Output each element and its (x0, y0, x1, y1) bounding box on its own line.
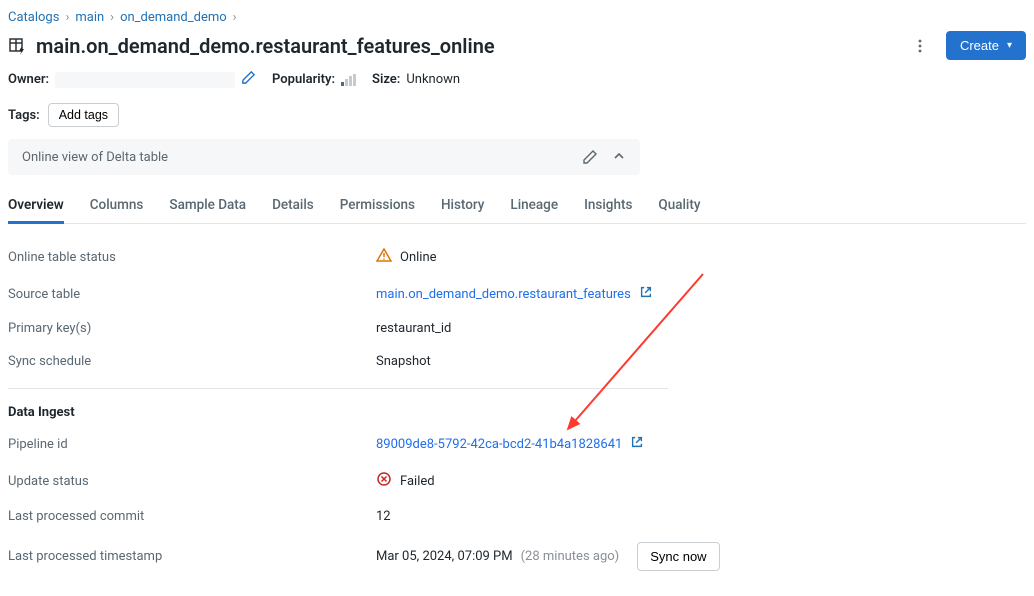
create-button-label: Create (960, 38, 999, 53)
breadcrumb-item[interactable]: on_demand_demo (120, 10, 227, 25)
tab-permissions[interactable]: Permissions (340, 189, 415, 223)
tab-sample-data[interactable]: Sample Data (169, 189, 246, 223)
breadcrumb-item[interactable]: Catalogs (8, 10, 59, 25)
tabs: Overview Columns Sample Data Details Per… (8, 189, 1026, 224)
size-value: Unknown (406, 72, 460, 87)
tags-row: Tags: Add tags (8, 89, 1026, 127)
primary-key-label: Primary key(s) (8, 321, 376, 336)
source-table-link[interactable]: main.on_demand_demo.restaurant_features (376, 287, 631, 302)
primary-key-value: restaurant_id (376, 321, 451, 336)
sync-schedule-label: Sync schedule (8, 354, 376, 369)
section-divider (8, 388, 668, 389)
update-status-value: Failed (400, 474, 435, 489)
popularity-label: Popularity: (272, 72, 335, 87)
add-tags-button[interactable]: Add tags (48, 103, 119, 127)
tab-overview[interactable]: Overview (8, 189, 64, 223)
tab-details[interactable]: Details (272, 189, 314, 223)
owner-value (55, 72, 235, 88)
last-commit-value: 12 (376, 509, 391, 524)
source-table-label: Source table (8, 287, 376, 302)
edit-description-icon[interactable] (582, 149, 598, 165)
breadcrumb-item[interactable]: main (75, 10, 104, 25)
data-ingest-title: Data Ingest (8, 393, 1026, 426)
tab-history[interactable]: History (441, 189, 484, 223)
pipeline-id-link[interactable]: 89009de8-5792-42ca-bcd2-41b4a1828641 (376, 437, 622, 452)
sync-now-button[interactable]: Sync now (637, 542, 719, 571)
create-button[interactable]: Create ▾ (946, 31, 1026, 60)
owner-label: Owner: (8, 72, 49, 87)
tab-columns[interactable]: Columns (90, 189, 144, 223)
last-commit-label: Last processed commit (8, 509, 376, 524)
title-bar: main.on_demand_demo.restaurant_features_… (8, 31, 1026, 60)
chevron-right-icon: › (65, 10, 69, 25)
chevron-down-icon: ▾ (1007, 40, 1012, 51)
more-menu-button[interactable] (906, 32, 934, 60)
overview-section: Online table status Online Source table … (8, 224, 1026, 580)
size-label: Size: (372, 72, 400, 87)
pipeline-id-label: Pipeline id (8, 437, 376, 452)
edit-owner-icon[interactable] (241, 70, 256, 89)
external-link-icon[interactable] (639, 285, 653, 303)
tab-lineage[interactable]: Lineage (510, 189, 558, 223)
last-timestamp-relative: (28 minutes ago) (521, 549, 620, 564)
status-label: Online table status (8, 250, 376, 265)
description-text: Online view of Delta table (22, 150, 168, 165)
sync-schedule-value: Snapshot (376, 354, 431, 369)
external-link-icon[interactable] (630, 435, 644, 453)
last-timestamp-label: Last processed timestamp (8, 549, 376, 564)
error-circle-icon (376, 471, 392, 491)
tags-label: Tags: (8, 108, 40, 123)
table-lightning-icon (8, 36, 28, 56)
status-value: Online (400, 250, 437, 265)
page-title: main.on_demand_demo.restaurant_features_… (36, 34, 495, 58)
tab-quality[interactable]: Quality (658, 189, 700, 223)
collapse-description-icon[interactable] (612, 149, 626, 165)
chevron-right-icon: › (233, 10, 237, 25)
breadcrumb: Catalogs › main › on_demand_demo › (8, 8, 1026, 31)
warning-triangle-icon (376, 247, 392, 267)
description-box: Online view of Delta table (8, 139, 640, 175)
last-timestamp-value: Mar 05, 2024, 07:09 PM (376, 549, 513, 564)
tab-insights[interactable]: Insights (584, 189, 632, 223)
update-status-label: Update status (8, 474, 376, 489)
popularity-bars-icon (341, 74, 356, 86)
chevron-right-icon: › (110, 10, 114, 25)
meta-row: Owner: Popularity: Size: Unknown (8, 60, 1026, 89)
